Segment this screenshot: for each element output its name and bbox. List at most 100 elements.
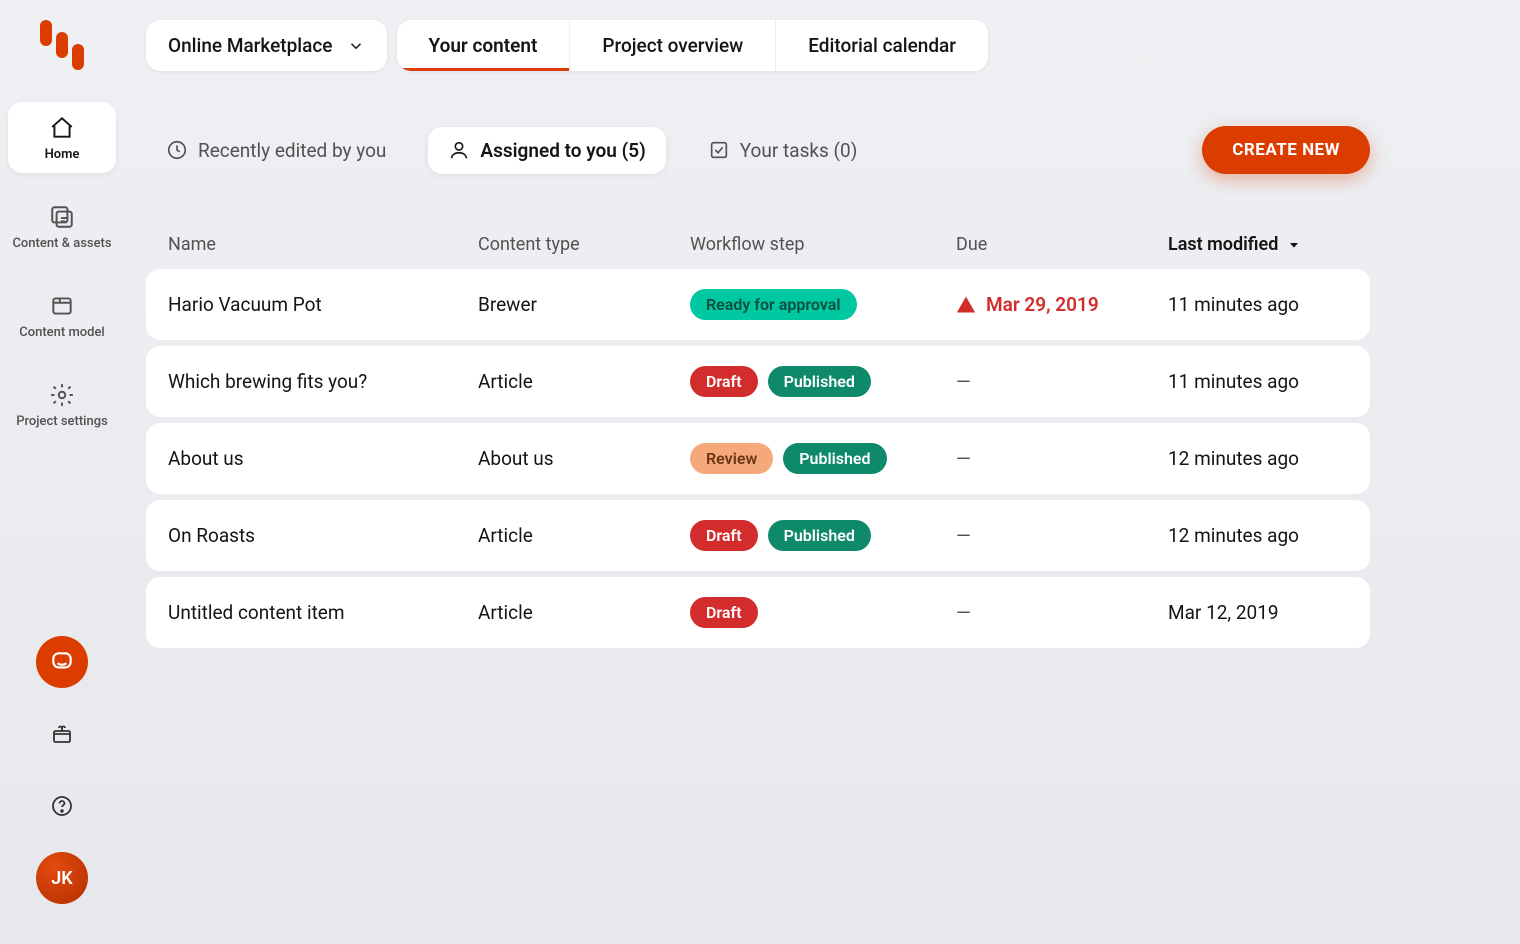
col-label: Content type [478,234,580,255]
cell-content-type: About us [478,447,690,470]
cell-workflow: Draft [690,597,956,628]
workflow-badge-draft: Draft [690,366,758,397]
cell-last-modified: 11 minutes ago [1168,370,1348,393]
warning-icon [956,295,976,315]
home-icon [48,114,76,142]
filter-label: Assigned to you (5) [480,139,645,162]
item-name: Untitled content item [168,601,345,624]
col-workflow: Workflow step [690,234,956,255]
workflow-badge-ready: Ready for approval [690,289,857,320]
logo-bar [40,20,52,46]
sidebar-item-label: Content model [19,326,105,341]
tab-project-overview[interactable]: Project overview [569,20,775,71]
user-avatar[interactable]: JK [36,852,88,904]
cell-last-modified: 11 minutes ago [1168,293,1348,316]
content-table: Name Content type Workflow step Due Last… [146,220,1370,648]
table-row[interactable]: Hario Vacuum Pot BrewerReady for approval… [146,269,1370,340]
intercom-chat-button[interactable] [36,636,88,688]
last-modified: 11 minutes ago [1168,370,1299,393]
content-type: Article [478,524,533,547]
col-label: Name [168,234,216,255]
last-modified: 11 minutes ago [1168,293,1299,316]
filter-recently-edited[interactable]: Recently edited by you [146,127,406,174]
cell-workflow: ReviewPublished [690,443,956,474]
item-name: Which brewing fits you? [168,370,367,393]
tab-label: Editorial calendar [808,34,956,57]
project-name: Online Marketplace [168,34,333,57]
table-row[interactable]: Which brewing fits you? Article DraftPubli… [146,346,1370,417]
content-model-icon [48,292,76,320]
filter-label: Recently edited by you [198,139,386,162]
content-type: Article [478,370,533,393]
create-new-label: CREATE NEW [1232,140,1340,160]
cell-name: On Roasts [168,524,478,547]
workflow-badge-published: Published [783,443,886,474]
cell-last-modified: 12 minutes ago [1168,447,1348,470]
col-label: Due [956,234,987,255]
person-icon [448,139,470,161]
item-name: About us [168,447,244,470]
col-type: Content type [478,234,690,255]
col-label: Last modified [1168,234,1278,255]
sidebar-item-home[interactable]: Home [8,102,116,173]
table-row[interactable]: About us About us ReviewPublished— 12 minut… [146,423,1370,494]
help-button[interactable] [36,780,88,832]
workflow-badge-draft: Draft [690,520,758,551]
content-type: About us [478,447,554,470]
sidebar-item-project-settings[interactable]: Project settings [8,369,116,440]
cell-due: Mar 29, 2019 [956,293,1168,316]
cell-content-type: Brewer [478,293,690,316]
cell-workflow: Ready for approval [690,289,956,320]
table-row[interactable]: Untitled content item Article Draft —Mar 12… [146,577,1370,648]
cell-content-type: Article [478,524,690,547]
filter-label: Your tasks (0) [740,139,858,162]
top-nav: Your content Project overview Editorial … [397,20,989,71]
sidebar-item-content-assets[interactable]: Content & assets [8,191,116,262]
cell-workflow: Draft Published [690,520,956,551]
user-initials: JK [51,868,72,889]
sidebar-item-label: Project settings [16,415,108,430]
due-date: — [956,370,971,393]
clock-icon [166,139,188,161]
content-assets-icon [48,203,76,231]
sidebar-item-content-model[interactable]: Content model [8,280,116,351]
content-type: Article [478,601,533,624]
workflow-badge-published: Published [768,520,871,551]
due-date: — [956,447,971,470]
cell-workflow: DraftPublished [690,366,956,397]
tab-your-content[interactable]: Your content [397,20,570,71]
cell-name: Which brewing fits you? [168,370,478,393]
filter-row: Recently edited by you Assigned to you (… [146,126,1370,174]
filter-assigned-to-you[interactable]: Assigned to you (5) [428,127,665,174]
whats-new-button[interactable] [36,708,88,760]
workflow-badge-draft: Draft [690,597,758,628]
col-last-modified[interactable]: Last modified [1168,234,1348,255]
top-bar: Online Marketplace Your content Project … [146,20,988,71]
create-new-button[interactable]: CREATE NEW [1202,126,1370,174]
sort-desc-icon [1286,237,1302,253]
item-name: On Roasts [168,524,255,547]
cell-due: — [956,524,1168,547]
col-label: Workflow step [690,234,805,255]
cell-due: — [956,370,1168,393]
table-row[interactable]: On Roasts Article Draft Published —12 minute… [146,500,1370,571]
cell-content-type: Article [478,601,690,624]
cell-due: — [956,601,1168,624]
item-name: Hario Vacuum Pot [168,293,322,316]
project-selector[interactable]: Online Marketplace [146,20,387,71]
cell-last-modified: 12 minutes ago [1168,524,1348,547]
checkbox-icon [708,139,730,161]
logo-bar [72,44,84,70]
sidebar-item-label: Home [45,148,80,163]
last-modified: Mar 12, 2019 [1168,601,1279,624]
app-logo[interactable] [40,20,84,70]
cell-due: — [956,447,1168,470]
table-header: Name Content type Workflow step Due Last… [146,220,1370,269]
filter-your-tasks[interactable]: Your tasks (0) [688,127,878,174]
tab-editorial-calendar[interactable]: Editorial calendar [775,20,988,71]
cell-name: Hario Vacuum Pot [168,293,478,316]
sidebar: Home Content & assets Content model Proj… [8,102,116,458]
due-date: Mar 29, 2019 [986,293,1099,316]
settings-gear-icon [48,381,76,409]
col-name: Name [168,234,478,255]
